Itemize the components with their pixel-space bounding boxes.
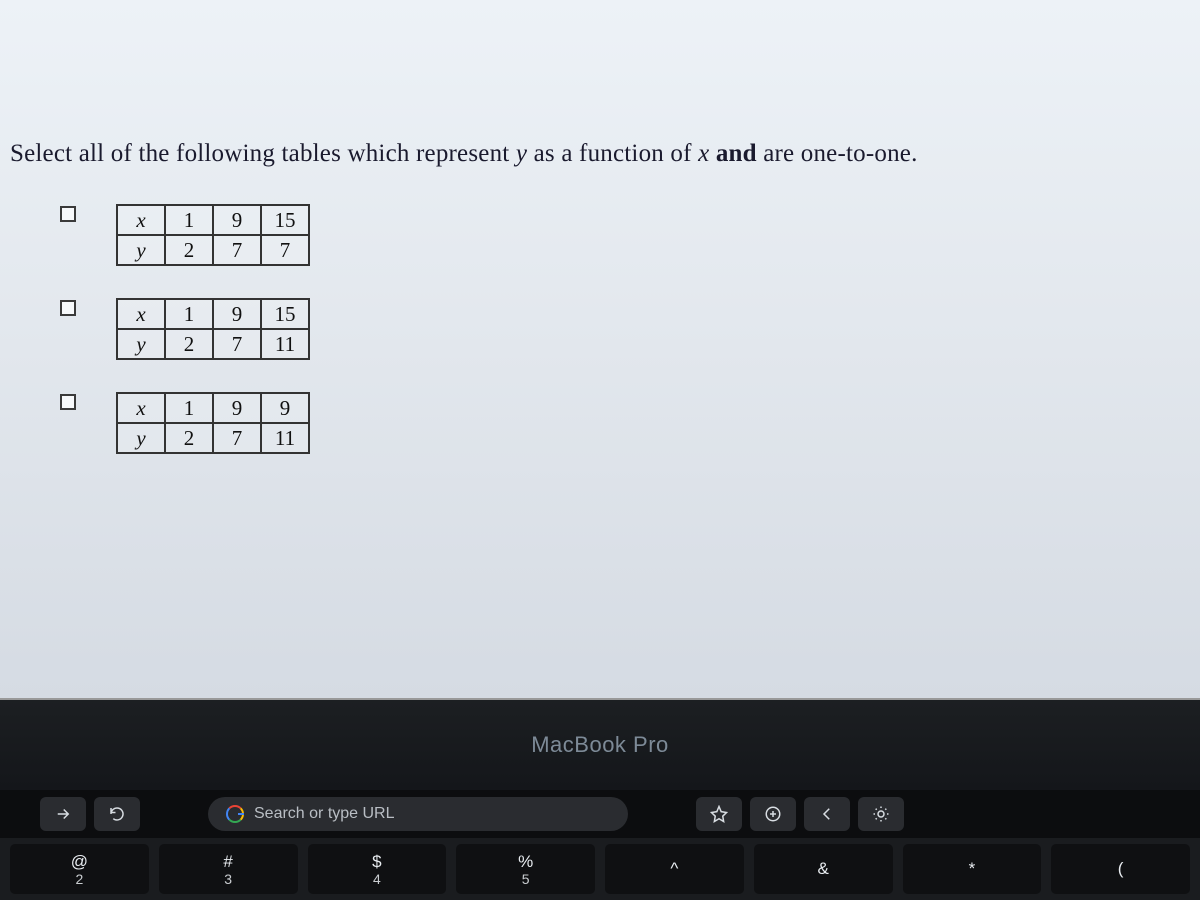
new-tab-button[interactable] <box>750 797 796 831</box>
table-row: y 2 7 11 <box>117 423 309 453</box>
q-mid1: as a function of <box>527 140 698 167</box>
device-label: MacBook Pro <box>531 732 669 758</box>
option-1: x 1 9 15 y 2 7 7 <box>0 198 1200 272</box>
cell: 15 <box>261 205 309 235</box>
q-var-x: x <box>698 140 709 167</box>
row-label-y: y <box>117 423 165 453</box>
brightness-icon <box>872 805 890 823</box>
key-2[interactable]: @2 <box>10 844 149 894</box>
key-6[interactable]: ^ <box>605 844 744 894</box>
question-text: Select all of the following tables which… <box>0 140 1200 198</box>
q-var-y: y <box>516 140 527 167</box>
checkbox-1[interactable] <box>60 206 76 222</box>
cell: 7 <box>261 235 309 265</box>
q-suffix: are one-to-one. <box>757 140 918 167</box>
table-row: x 1 9 9 <box>117 393 309 423</box>
laptop-bezel: MacBook Pro <box>0 700 1200 790</box>
favorite-button[interactable] <box>696 797 742 831</box>
key-3[interactable]: #3 <box>159 844 298 894</box>
table-row: x 1 9 15 <box>117 299 309 329</box>
cell: 1 <box>165 299 213 329</box>
cell: 7 <box>213 423 261 453</box>
table-row: y 2 7 11 <box>117 329 309 359</box>
checkbox-3[interactable] <box>60 394 76 410</box>
cell: 1 <box>165 393 213 423</box>
row-label-x: x <box>117 299 165 329</box>
cell: 11 <box>261 423 309 453</box>
search-bar[interactable]: Search or type URL <box>208 797 628 831</box>
collapse-button[interactable] <box>804 797 850 831</box>
reload-button[interactable] <box>94 797 140 831</box>
search-placeholder: Search or type URL <box>254 805 395 823</box>
brightness-button[interactable] <box>858 797 904 831</box>
table-3: x 1 9 9 y 2 7 11 <box>116 392 310 454</box>
cell: 7 <box>213 329 261 359</box>
table-2: x 1 9 15 y 2 7 11 <box>116 298 310 360</box>
cell: 9 <box>213 393 261 423</box>
reload-icon <box>108 805 126 823</box>
row-label-y: y <box>117 329 165 359</box>
checkbox-2[interactable] <box>60 300 76 316</box>
row-label-y: y <box>117 235 165 265</box>
cell: 9 <box>261 393 309 423</box>
key-4[interactable]: $4 <box>308 844 447 894</box>
cell: 2 <box>165 235 213 265</box>
key-7[interactable]: & <box>754 844 893 894</box>
star-icon <box>710 805 728 823</box>
cell: 2 <box>165 423 213 453</box>
plus-circle-icon <box>764 805 782 823</box>
key-5[interactable]: %5 <box>456 844 595 894</box>
google-icon <box>226 805 244 823</box>
touchbar: Search or type URL <box>0 790 1200 838</box>
webpage-screen: Select all of the following tables which… <box>0 0 1200 700</box>
cell: 11 <box>261 329 309 359</box>
cell: 2 <box>165 329 213 359</box>
forward-button[interactable] <box>40 797 86 831</box>
table-row: y 2 7 7 <box>117 235 309 265</box>
table-1: x 1 9 15 y 2 7 7 <box>116 204 310 266</box>
cell: 15 <box>261 299 309 329</box>
keyboard-row: @2 #3 $4 %5 ^ & * ( <box>0 838 1200 900</box>
option-2: x 1 9 15 y 2 7 11 <box>0 292 1200 366</box>
cell: 1 <box>165 205 213 235</box>
cell: 9 <box>213 205 261 235</box>
table-row: x 1 9 15 <box>117 205 309 235</box>
key-9[interactable]: ( <box>1051 844 1190 894</box>
cell: 9 <box>213 299 261 329</box>
chevron-left-icon <box>818 805 836 823</box>
row-label-x: x <box>117 393 165 423</box>
arrow-right-icon <box>54 805 72 823</box>
cell: 7 <box>213 235 261 265</box>
row-label-x: x <box>117 205 165 235</box>
key-8[interactable]: * <box>903 844 1042 894</box>
q-prefix: Select all of the following tables which… <box>10 140 516 167</box>
option-3: x 1 9 9 y 2 7 11 <box>0 386 1200 460</box>
q-and: and <box>709 140 756 167</box>
